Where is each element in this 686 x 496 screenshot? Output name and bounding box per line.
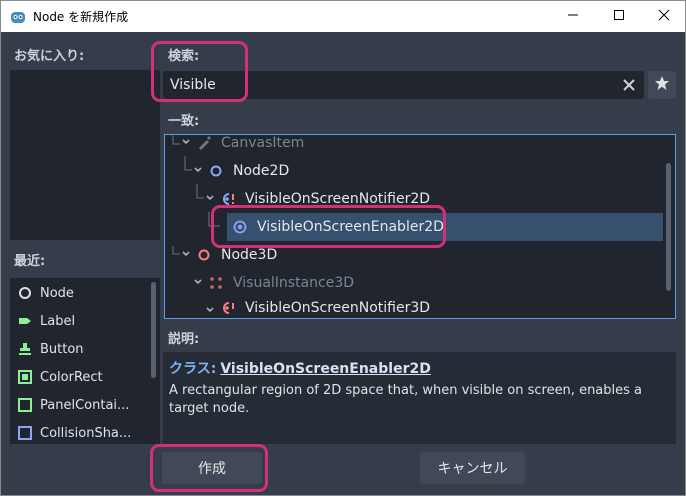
recent-item-label: CollisionSha... <box>40 425 132 441</box>
search-field[interactable] <box>163 71 644 99</box>
tree-item-label: VisibleOnScreenNotifier2D <box>245 191 431 207</box>
recent-item-button[interactable]: Button <box>18 338 84 360</box>
node-circle-icon <box>18 286 32 300</box>
recent-label: 最近: <box>14 254 46 269</box>
favorite-button[interactable] <box>648 71 676 99</box>
recent-item-label: Label <box>40 313 76 329</box>
panelcontainer-icon <box>18 398 32 412</box>
create-button[interactable]: 作成 <box>162 452 262 484</box>
recent-item-collisionshape[interactable]: CollisionSha... <box>18 422 131 444</box>
description-label: 説明: <box>168 332 200 347</box>
maximize-icon <box>613 9 625 25</box>
recent-scrollbar[interactable] <box>151 282 156 378</box>
notifier2d-icon <box>221 192 235 206</box>
description-panel: クラス: VisibleOnScreenEnabler2D A rectangul… <box>163 352 676 444</box>
tree-item-node2d[interactable]: Node2D <box>209 158 289 184</box>
tree-item-label: VisibleOnScreenEnabler2D <box>257 219 444 235</box>
colorrect-icon <box>18 370 32 384</box>
close-window-button[interactable] <box>641 1 686 32</box>
recent-item-label: Node <box>40 285 74 301</box>
button-icon <box>18 342 32 356</box>
tree-item-visibleonscreennotifier3d[interactable]: VisibleOnScreenNotifier3D <box>221 298 430 318</box>
star-icon <box>654 75 670 95</box>
minimize-button[interactable] <box>550 1 596 32</box>
class-name-link[interactable]: VisibleOnScreenEnabler2D <box>220 361 431 377</box>
notifier3d-icon <box>221 301 235 315</box>
matches-scrollbar[interactable] <box>666 163 671 291</box>
favorites-label: お気に入り: <box>14 49 85 64</box>
matches-label: 一致: <box>168 114 200 129</box>
tree-item-label: VisibleOnScreenNotifier3D <box>245 300 431 316</box>
collisionshape-icon <box>18 426 32 440</box>
tree-item-visibleonscreenenabler2d[interactable]: VisibleOnScreenEnabler2D <box>233 214 444 240</box>
godot-icon <box>10 9 26 25</box>
tree-item-visualinstance3d[interactable]: VisualInstance3D <box>209 270 354 296</box>
description-class-heading: クラス: VisibleOnScreenEnabler2D <box>169 358 431 378</box>
label-tag-icon <box>18 314 32 328</box>
recent-item-node[interactable]: Node <box>18 282 74 304</box>
tree-item-canvasitem[interactable]: CanvasItem <box>197 130 304 156</box>
minimize-icon <box>567 9 579 25</box>
tree-item-label: VisualInstance3D <box>233 275 355 291</box>
recent-item-label: ColorRect <box>40 369 103 385</box>
tree-item-node3d[interactable]: Node3D <box>197 242 277 268</box>
recent-item-label: PanelContai... <box>40 397 130 413</box>
tree-item-label: Node2D <box>233 163 290 179</box>
description-text: A rectangular region of 2D space that, w… <box>169 383 643 416</box>
canvasitem-icon <box>197 136 211 150</box>
tree-item-visibleonscreennotifier2d[interactable]: VisibleOnScreenNotifier2D <box>221 186 430 212</box>
recent-item-panelcontainer[interactable]: PanelContai... <box>18 394 129 416</box>
visualinstance3d-icon <box>209 276 223 290</box>
enabler2d-icon <box>233 220 247 234</box>
tree-item-label: CanvasItem <box>221 135 305 151</box>
tree-item-label: Node3D <box>221 247 278 263</box>
node2d-icon <box>209 164 223 178</box>
search-input[interactable] <box>163 71 603 99</box>
search-label: 検索: <box>168 49 200 64</box>
maximize-button[interactable] <box>596 1 642 32</box>
node3d-icon <box>197 248 211 262</box>
cancel-button[interactable]: キャンセル <box>420 452 525 484</box>
recent-item-colorrect[interactable]: ColorRect <box>18 366 103 388</box>
window-title: Node を新規作成 <box>33 10 129 24</box>
window-titlebar: Node を新規作成 <box>0 0 686 32</box>
favorites-list[interactable] <box>10 70 160 240</box>
class-prefix: クラス: <box>169 361 217 377</box>
recent-item-label: Button <box>40 341 84 357</box>
clear-search-icon[interactable] <box>620 76 638 94</box>
close-icon <box>658 9 670 25</box>
recent-item-label-node[interactable]: Label <box>18 310 75 332</box>
